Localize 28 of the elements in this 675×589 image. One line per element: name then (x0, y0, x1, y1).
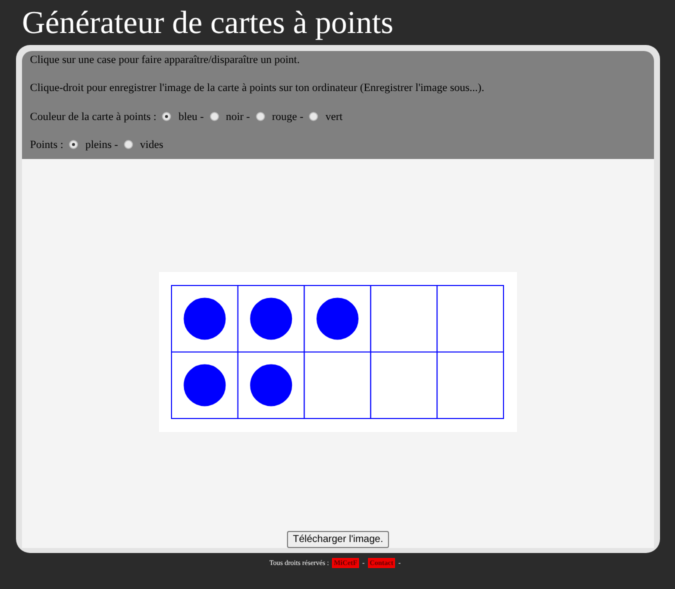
card-cell[interactable] (436, 285, 504, 352)
card-cell[interactable] (370, 352, 438, 419)
radio-label[interactable]: bleu - (178, 110, 204, 122)
card-cell[interactable] (370, 285, 438, 352)
radio-button[interactable] (69, 140, 78, 149)
card-cell[interactable] (171, 285, 238, 352)
page-title: Générateur de cartes à points (21, 3, 394, 42)
radio-button[interactable] (309, 112, 318, 121)
card-cell[interactable] (237, 285, 305, 352)
radio-button[interactable] (210, 112, 219, 121)
radio-label[interactable]: rouge - (272, 110, 304, 122)
radio-label[interactable]: noir - (226, 110, 250, 122)
card-cell[interactable] (304, 285, 372, 352)
card-cell[interactable] (436, 352, 504, 419)
radio-label[interactable]: vert (325, 110, 343, 122)
download-button[interactable]: Télécharger l'image. (286, 531, 390, 548)
radio-button[interactable] (256, 112, 265, 121)
instruction-text: Clique sur une case pour faire apparaître/disparaître un point. (30, 54, 301, 67)
card-cell[interactable] (237, 352, 305, 419)
card-cell[interactable] (171, 352, 238, 419)
option-label: Points : (30, 138, 64, 150)
radio-button[interactable] (124, 140, 134, 149)
radio-label[interactable]: vides (140, 138, 164, 150)
option-label: Couleur de la carte à points : (30, 110, 156, 122)
radio-button[interactable] (162, 112, 172, 121)
instruction-text: Clique-droit pour enregistrer l'image de la carte à points sur ton ordinateur (Enregistrer l'image sous...). (30, 82, 486, 95)
radio-label[interactable]: pleins - (85, 138, 118, 150)
card-cell[interactable] (304, 352, 372, 419)
